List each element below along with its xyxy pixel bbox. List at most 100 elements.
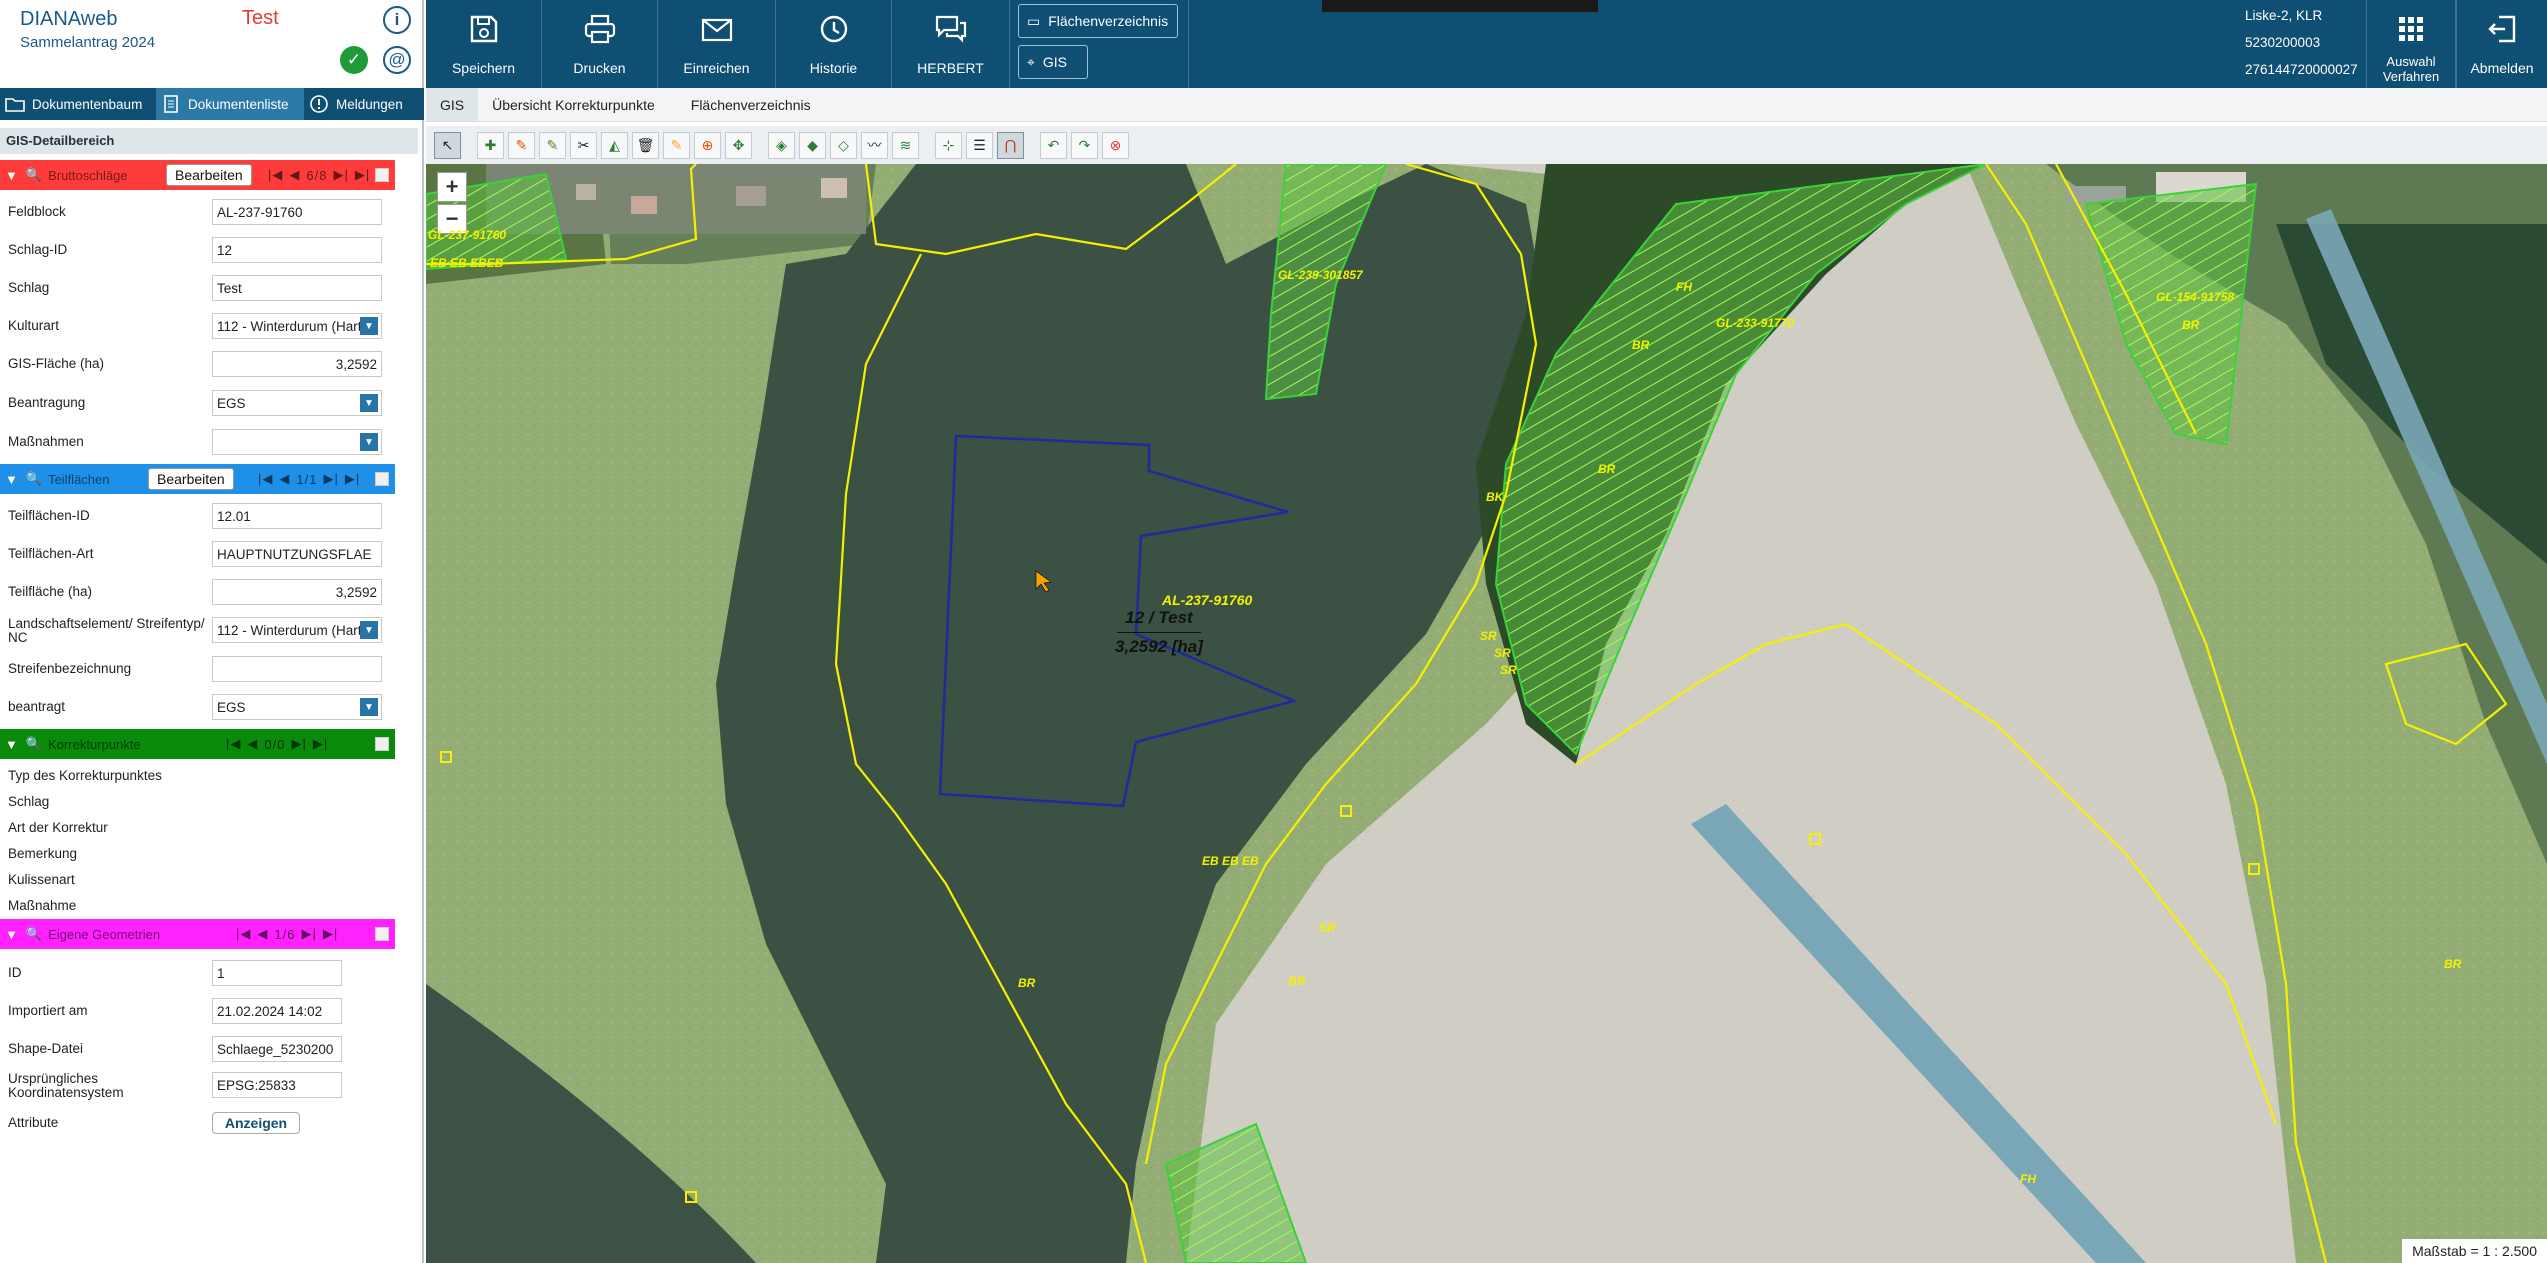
history-icon [818, 14, 850, 50]
layer-4-icon[interactable]: 〰 [861, 131, 888, 159]
anzeigen-button[interactable]: Anzeigen [212, 1112, 300, 1134]
last-icon[interactable]: ▶| [355, 167, 370, 183]
search-icon[interactable]: 🔍 [26, 926, 42, 942]
cancel-icon[interactable]: ⊗ [1102, 131, 1129, 159]
info-icon[interactable]: i [383, 6, 411, 34]
magnet-icon[interactable]: ⋂ [997, 131, 1024, 159]
panel-toggle-icon[interactable] [375, 472, 389, 486]
teilflaechen-art-input[interactable]: HAUPTNUTZUNGSFLAE [212, 541, 382, 567]
cut-icon[interactable]: ✂ [570, 131, 597, 159]
tab-flaechenverzeichnis[interactable]: Flächenverzeichnis [669, 88, 825, 121]
eigene-pager[interactable]: |◀ ◀ 1/6 ▶| ▶| [236, 926, 338, 942]
first-icon[interactable]: |◀ [226, 736, 241, 752]
last-icon[interactable]: ▶| [345, 471, 360, 487]
massnahmen-select[interactable]: ▼ [212, 429, 382, 455]
schlag-input[interactable]: Test [212, 275, 382, 301]
beantragung-select[interactable]: EGS ▼ [212, 390, 382, 416]
submit-button[interactable]: Einreichen [658, 0, 776, 88]
next-icon[interactable]: ▶| [291, 736, 306, 752]
next-icon[interactable]: ▶| [333, 167, 348, 183]
delete-icon[interactable]: 🗑 [632, 131, 659, 159]
search-icon[interactable]: 🔍 [26, 167, 42, 183]
prev-icon[interactable]: ◀ [289, 167, 300, 183]
dropdown-arrow-icon[interactable]: ▼ [360, 317, 378, 335]
auswahl-verfahren-button[interactable]: Auswahl Verfahren [2366, 0, 2456, 88]
split-polygon-icon[interactable]: ◭ [601, 131, 628, 159]
teilflaechen-id-input[interactable]: 12.01 [212, 503, 382, 529]
caret-down-icon[interactable]: ▼ [5, 737, 18, 752]
tab-meldungen[interactable]: Meldungen [304, 88, 424, 120]
section-bruttoschlaege[interactable]: ▼ 🔍 Bruttoschläge Bearbeiten |◀ ◀ 6/8 ▶| ▶| [0, 160, 395, 190]
beantragt-select[interactable]: EGS ▼ [212, 694, 382, 720]
redo-icon[interactable]: ↷ [1071, 131, 1098, 159]
first-icon[interactable]: |◀ [268, 167, 283, 183]
dropdown-arrow-icon[interactable]: ▼ [360, 394, 378, 412]
layer-2-icon[interactable]: ◆ [799, 131, 826, 159]
section-eigene-geometrien[interactable]: ▼ 🔍 Eigene Geometrien |◀ ◀ 1/6 ▶| ▶| [0, 919, 395, 949]
grid-icon [2398, 16, 2424, 48]
tab-uebersicht-korrekturpunkte[interactable]: Übersicht Korrekturpunkte [478, 88, 669, 121]
edit-vertex-icon[interactable]: ✎ [539, 131, 566, 159]
first-icon[interactable]: |◀ [258, 471, 273, 487]
schlag-id-input[interactable]: 12 [212, 237, 382, 263]
caret-down-icon[interactable]: ▼ [5, 472, 18, 487]
field-shape-datei: Shape-Datei Schlaege_5230200 [8, 1036, 388, 1064]
brutto-pager[interactable]: |◀ ◀ 6/8 ▶| ▶| [268, 167, 370, 183]
prev-icon[interactable]: ◀ [257, 926, 268, 942]
caret-down-icon[interactable]: ▼ [5, 168, 18, 183]
list-icon[interactable]: ☰ [966, 131, 993, 159]
panel-toggle-icon[interactable] [375, 168, 389, 182]
landschaftselement-select[interactable]: 112 - Winterdurum (Hart ▼ [212, 617, 382, 643]
gis-map[interactable]: + − 12 / Test 3,2592 [ha] AL-237-91760 G… [426, 164, 2547, 1263]
undo-icon[interactable]: ↶ [1040, 131, 1067, 159]
merge-icon[interactable]: ⊕ [694, 131, 721, 159]
tab-gis[interactable]: GIS [426, 88, 479, 121]
add-point-icon[interactable]: ⊹ [935, 131, 962, 159]
zoom-in-button[interactable]: + [437, 172, 467, 202]
kulturart-select[interactable]: 112 - Winterdurum (Hart ▼ [212, 313, 382, 339]
layer-1-icon[interactable]: ◈ [768, 131, 795, 159]
feldblock-input[interactable]: AL-237-91760 [212, 199, 382, 225]
teil-edit-button[interactable]: Bearbeiten [148, 468, 234, 490]
add-polygon-icon[interactable]: ✚ [477, 131, 504, 159]
select-cursor-icon[interactable]: ↖ [434, 131, 461, 159]
at-icon[interactable]: @ [383, 46, 411, 74]
prev-icon[interactable]: ◀ [279, 471, 290, 487]
check-icon[interactable]: ✓ [340, 46, 368, 74]
panel-toggle-icon[interactable] [375, 927, 389, 941]
flaechenverzeichnis-button[interactable]: ▭ Flächenverzeichnis [1018, 4, 1178, 38]
caret-down-icon[interactable]: ▼ [5, 927, 18, 942]
search-icon[interactable]: 🔍 [26, 471, 42, 487]
prev-icon[interactable]: ◀ [247, 736, 258, 752]
gis-button[interactable]: ⌖ GIS [1018, 45, 1088, 79]
last-icon[interactable]: ▶| [323, 926, 338, 942]
tab-dokumentenliste[interactable]: Dokumentenliste [156, 88, 304, 120]
draw-line-icon[interactable]: ✎ [663, 131, 690, 159]
layer-5-icon[interactable]: ≋ [892, 131, 919, 159]
print-button[interactable]: Drucken [542, 0, 658, 88]
dropdown-arrow-icon[interactable]: ▼ [360, 621, 378, 639]
search-icon[interactable]: 🔍 [26, 736, 42, 752]
first-icon[interactable]: |◀ [236, 926, 251, 942]
dropdown-arrow-icon[interactable]: ▼ [360, 433, 378, 451]
tab-dokumentenbaum[interactable]: Dokumentenbaum [0, 88, 156, 120]
last-icon[interactable]: ▶| [313, 736, 328, 752]
herbert-button[interactable]: HERBERT [892, 0, 1010, 88]
brutto-edit-button[interactable]: Bearbeiten [166, 164, 252, 186]
panel-toggle-icon[interactable] [375, 737, 389, 751]
logout-button[interactable]: Abmelden [2456, 0, 2547, 88]
section-korrekturpunkte[interactable]: ▼ 🔍 Korrekturpunkte |◀ ◀ 0/0 ▶| ▶| [0, 729, 395, 759]
layer-3-icon[interactable]: ◇ [830, 131, 857, 159]
save-button[interactable]: Speichern [426, 0, 542, 88]
move-icon[interactable]: ✥ [725, 131, 752, 159]
edit-pencil-icon[interactable]: ✎ [508, 131, 535, 159]
next-icon[interactable]: ▶| [301, 926, 316, 942]
history-button[interactable]: Historie [776, 0, 892, 88]
dropdown-arrow-icon[interactable]: ▼ [360, 698, 378, 716]
streifenbezeichnung-input[interactable] [212, 656, 382, 682]
section-teilflaechen[interactable]: ▼ 🔍 Teilflächen Bearbeiten |◀ ◀ 1/1 ▶| ▶| [0, 464, 395, 494]
korr-pager[interactable]: |◀ ◀ 0/0 ▶| ▶| [226, 736, 328, 752]
teil-pager[interactable]: |◀ ◀ 1/1 ▶| ▶| [258, 471, 360, 487]
screen-share-tab[interactable] [1322, 0, 1598, 12]
next-icon[interactable]: ▶| [323, 471, 338, 487]
